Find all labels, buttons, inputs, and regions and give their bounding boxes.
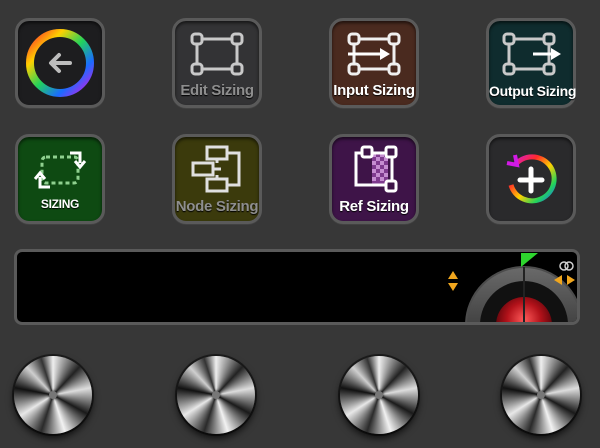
knob-3[interactable]: [340, 356, 418, 434]
color-wheel-back-icon: [26, 29, 94, 97]
knob-2[interactable]: [177, 356, 255, 434]
color-wheel-add-icon: [506, 154, 557, 204]
node-sizing-button[interactable]: Node Sizing: [172, 134, 262, 224]
output-sizing-button[interactable]: Output Sizing: [486, 18, 576, 108]
resize-frame-icon: [190, 32, 244, 76]
resize-frame-output-arrow-icon: [502, 32, 561, 76]
trackball-display: [14, 249, 580, 325]
input-sizing-button[interactable]: Input Sizing: [329, 18, 419, 108]
output-sizing-label: Output Sizing: [489, 83, 577, 99]
node-graph-icon: [191, 145, 241, 193]
trackball-icon[interactable]: [14, 249, 580, 325]
input-sizing-label: Input Sizing: [333, 82, 415, 99]
edit-sizing-button[interactable]: Edit Sizing: [172, 18, 262, 108]
knob-1[interactable]: [14, 356, 92, 434]
vertical-arrows-icon: [448, 271, 458, 291]
sizing-label: SIZING: [40, 197, 80, 211]
back-button[interactable]: [15, 18, 105, 108]
ref-sizing-label: Ref Sizing: [339, 198, 409, 215]
rotate-frame-icon: [33, 151, 87, 189]
horizontal-arrows-icon: [554, 261, 575, 285]
sizing-button[interactable]: SIZING: [15, 134, 105, 224]
resize-frame-input-arrow-icon: [347, 32, 401, 76]
reference-frame-icon: [354, 145, 398, 193]
knob-4[interactable]: [502, 356, 580, 434]
edit-sizing-label: Edit Sizing: [180, 82, 254, 99]
add-sizing-button[interactable]: [486, 134, 576, 224]
node-sizing-label: Node Sizing: [175, 198, 259, 215]
ref-sizing-button[interactable]: Ref Sizing: [329, 134, 419, 224]
